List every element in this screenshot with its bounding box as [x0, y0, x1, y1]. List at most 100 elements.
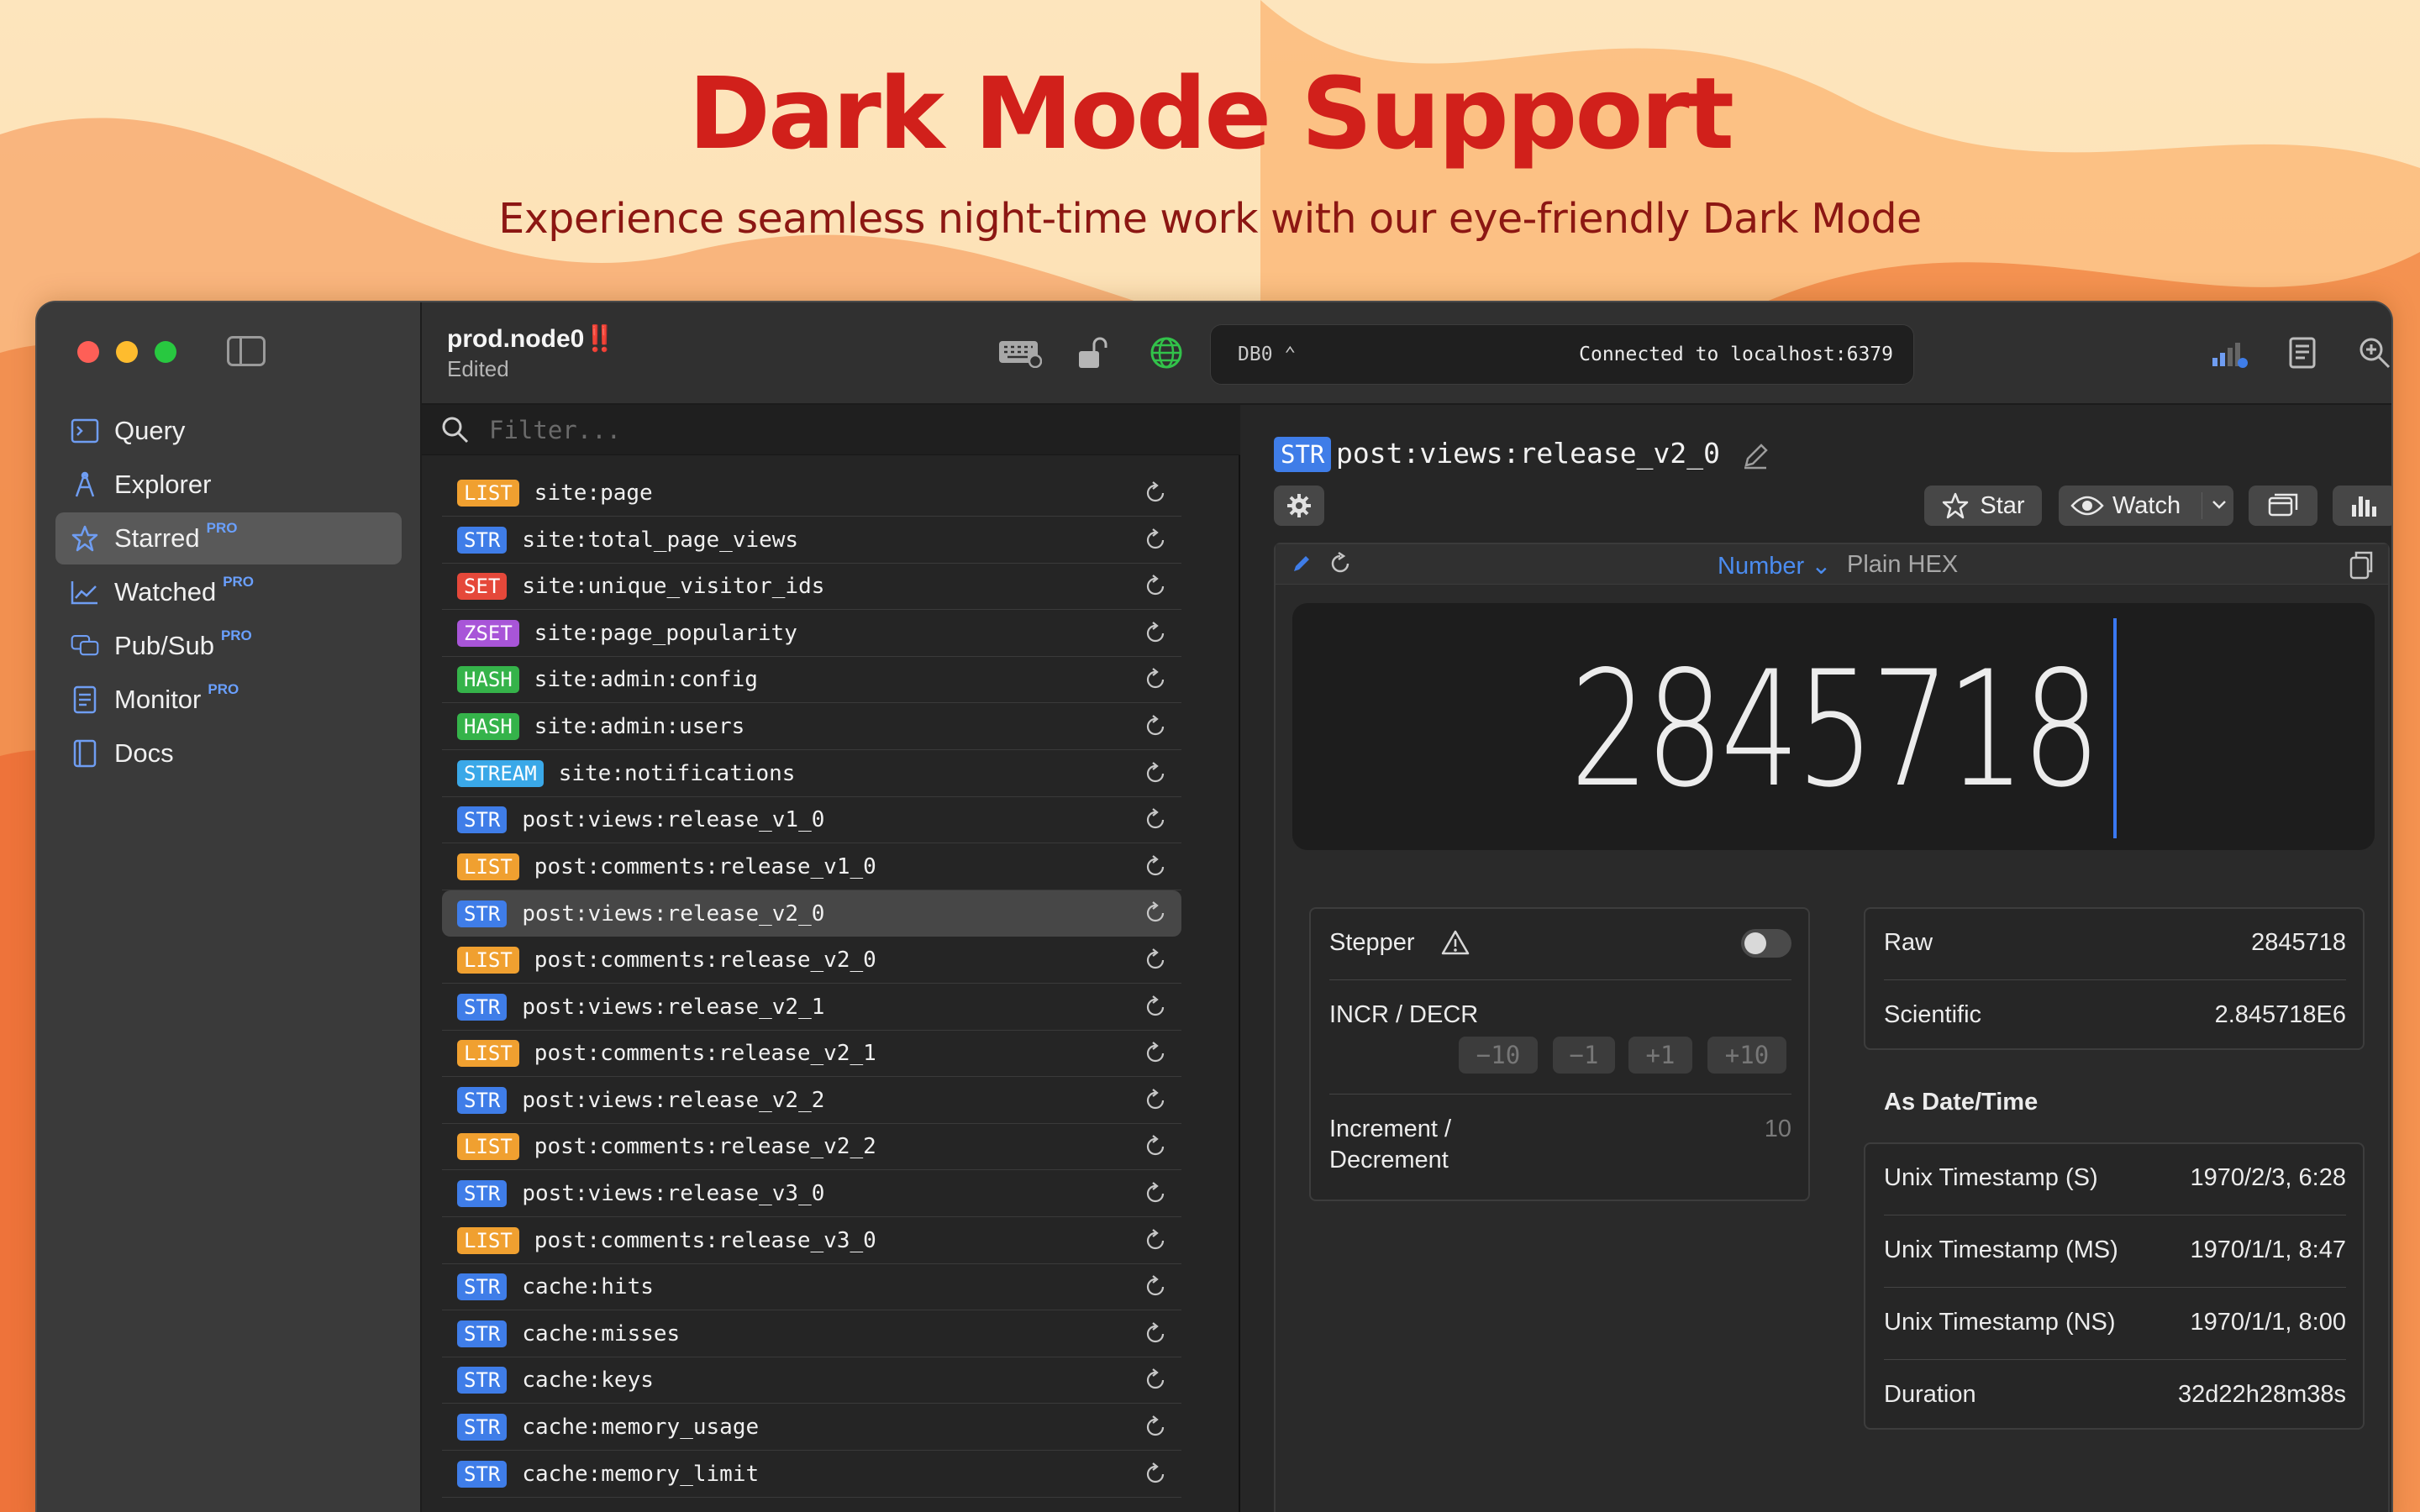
sidebar-item-starred[interactable]: Starred PRO	[55, 512, 402, 564]
sidebar-item-pubsub[interactable]: Pub/Sub PRO	[55, 620, 402, 672]
minimize-window-button[interactable]	[116, 341, 138, 363]
sidebar-item-query[interactable]: Query	[55, 405, 402, 457]
copy-icon[interactable]	[2348, 549, 2375, 580]
refresh-icon[interactable]	[1143, 807, 1168, 832]
sidebar-item-explorer[interactable]: Explorer	[55, 459, 402, 511]
key-type-badge: LIST	[457, 947, 519, 974]
settings-button[interactable]	[1274, 486, 1324, 526]
filter-input[interactable]	[489, 415, 1077, 445]
search-icon	[442, 417, 469, 444]
refresh-icon[interactable]	[1143, 1041, 1168, 1066]
key-name: post:comments:release_v2_2	[534, 1134, 876, 1160]
refresh-icon[interactable]	[1143, 574, 1168, 599]
key-row[interactable]: STR post:views:release_v2_0	[442, 890, 1181, 937]
stepper-panel: Stepper INCR / DECR −10 −1 +1 +10 Increm…	[1309, 907, 1810, 1201]
key-row[interactable]: STR cache:memory_limit	[442, 1452, 1181, 1498]
open-window-button[interactable]	[2249, 486, 2317, 526]
key-type-badge: STR	[457, 1273, 508, 1301]
key-row[interactable]: LIST site:page	[442, 470, 1181, 517]
key-row[interactable]: HASH site:admin:config	[442, 657, 1181, 704]
refresh-icon[interactable]	[1143, 1228, 1168, 1253]
connection-title[interactable]: prod.node0‼️	[447, 324, 616, 354]
key-row[interactable]: LIST post:comments:release_v2_1	[442, 1031, 1181, 1078]
stepper-toggle[interactable]	[1741, 929, 1791, 958]
key-type-badge: HASH	[457, 713, 519, 740]
refresh-icon[interactable]	[1143, 621, 1168, 646]
duration-label: Duration	[1884, 1381, 1976, 1408]
key-row[interactable]: LIST post:comments:release_v2_2	[442, 1124, 1181, 1171]
increment-1-button[interactable]: +1	[1628, 1037, 1692, 1074]
chevron-down-icon[interactable]	[2212, 499, 2227, 511]
key-row[interactable]: SET site:unique_visitor_ids	[442, 564, 1181, 611]
key-row[interactable]: ZSET site:page_popularity	[442, 611, 1181, 657]
refresh-icon[interactable]	[1143, 1462, 1168, 1487]
sidebar-item-monitor[interactable]: Monitor PRO	[55, 674, 402, 726]
increment-value[interactable]: 10	[1647, 1116, 1791, 1143]
refresh-icon[interactable]	[1143, 1415, 1168, 1440]
key-row[interactable]: STR post:views:release_v2_2	[442, 1078, 1181, 1124]
refresh-icon[interactable]	[1143, 854, 1168, 879]
refresh-icon[interactable]	[1143, 528, 1168, 553]
book-icon	[71, 739, 99, 768]
key-row[interactable]: STR site:total_page_views	[442, 517, 1181, 564]
key-name: cache:keys	[522, 1368, 654, 1394]
key-type-badge: STR	[457, 1460, 508, 1488]
rename-pencil-icon[interactable]	[1741, 442, 1770, 470]
refresh-icon[interactable]	[1143, 900, 1168, 926]
number-display[interactable]: 2845718	[1292, 603, 2375, 850]
key-row[interactable]: STR cache:memory_usage	[442, 1404, 1181, 1451]
key-row[interactable]: STR cache:hits	[442, 1264, 1181, 1311]
increment-10-button[interactable]: +10	[1707, 1037, 1786, 1074]
refresh-icon[interactable]	[1143, 714, 1168, 739]
refresh-icon[interactable]	[1143, 948, 1168, 973]
refresh-icon[interactable]	[1143, 1368, 1168, 1393]
key-row[interactable]: STREAM site:notifications	[442, 751, 1181, 797]
key-row[interactable]: STR post:views:release_v1_0	[442, 797, 1181, 844]
edit-pencil-icon[interactable]	[1291, 553, 1313, 575]
refresh-icon[interactable]	[1143, 995, 1168, 1020]
key-row[interactable]: STR cache:keys	[442, 1357, 1181, 1404]
key-row[interactable]: STR post:views:release_v2_1	[442, 984, 1181, 1031]
key-type-badge: HASH	[457, 666, 519, 694]
log-icon[interactable]	[2281, 334, 2324, 371]
refresh-icon[interactable]	[1143, 1181, 1168, 1206]
signal-stats-icon[interactable]	[2208, 334, 2252, 371]
zoom-icon[interactable]	[2353, 334, 2391, 371]
key-row[interactable]: LIST post:comments:release_v2_0	[442, 937, 1181, 984]
key-type-badge: SET	[457, 573, 508, 601]
key-row[interactable]: LIST post:comments:release_v1_0	[442, 844, 1181, 890]
stats-button[interactable]	[2333, 486, 2391, 526]
format-number-tab[interactable]: Number ⌄	[1718, 551, 1832, 580]
key-row[interactable]: LIST post:comments:release_v3_0	[442, 1218, 1181, 1264]
key-row[interactable]: STR cache:misses	[442, 1311, 1181, 1357]
sidebar-toggle-icon[interactable]	[227, 336, 266, 366]
unlock-icon[interactable]	[1071, 334, 1114, 371]
keyboard-icon[interactable]	[998, 334, 1042, 371]
refresh-icon[interactable]	[1143, 480, 1168, 506]
sidebar-item-label: Pub/Sub	[114, 631, 214, 660]
refresh-icon[interactable]	[1143, 1274, 1168, 1299]
unix-ns-label: Unix Timestamp (NS)	[1884, 1309, 2116, 1336]
step-buttons: −10 −1 +1 +10	[1459, 1037, 1795, 1074]
zoom-window-button[interactable]	[155, 341, 176, 363]
globe-icon[interactable]	[1144, 334, 1188, 371]
database-selector[interactable]: DB0 ⌃	[1238, 344, 1296, 365]
format-hex-tab[interactable]: Plain HEX	[1847, 551, 1958, 579]
bar-chart-icon	[2352, 496, 2376, 517]
decrement-10-button[interactable]: −10	[1459, 1037, 1538, 1074]
key-row[interactable]: STR post:views:release_v3_0	[442, 1171, 1181, 1217]
reload-icon[interactable]	[1328, 551, 1353, 576]
sidebar-item-docs[interactable]: Docs	[55, 727, 402, 780]
sidebar-item-watched[interactable]: Watched PRO	[55, 566, 402, 618]
watch-button[interactable]: Watch	[2059, 486, 2233, 526]
decrement-1-button[interactable]: −1	[1553, 1037, 1615, 1074]
refresh-icon[interactable]	[1143, 761, 1168, 786]
refresh-icon[interactable]	[1143, 1088, 1168, 1113]
refresh-icon[interactable]	[1143, 1321, 1168, 1347]
refresh-icon[interactable]	[1143, 1134, 1168, 1159]
refresh-icon[interactable]	[1143, 667, 1168, 692]
star-button[interactable]: Star	[1924, 486, 2042, 526]
close-window-button[interactable]	[77, 341, 99, 363]
key-name: site:admin:config	[534, 667, 758, 693]
key-row[interactable]: HASH site:admin:users	[442, 704, 1181, 750]
